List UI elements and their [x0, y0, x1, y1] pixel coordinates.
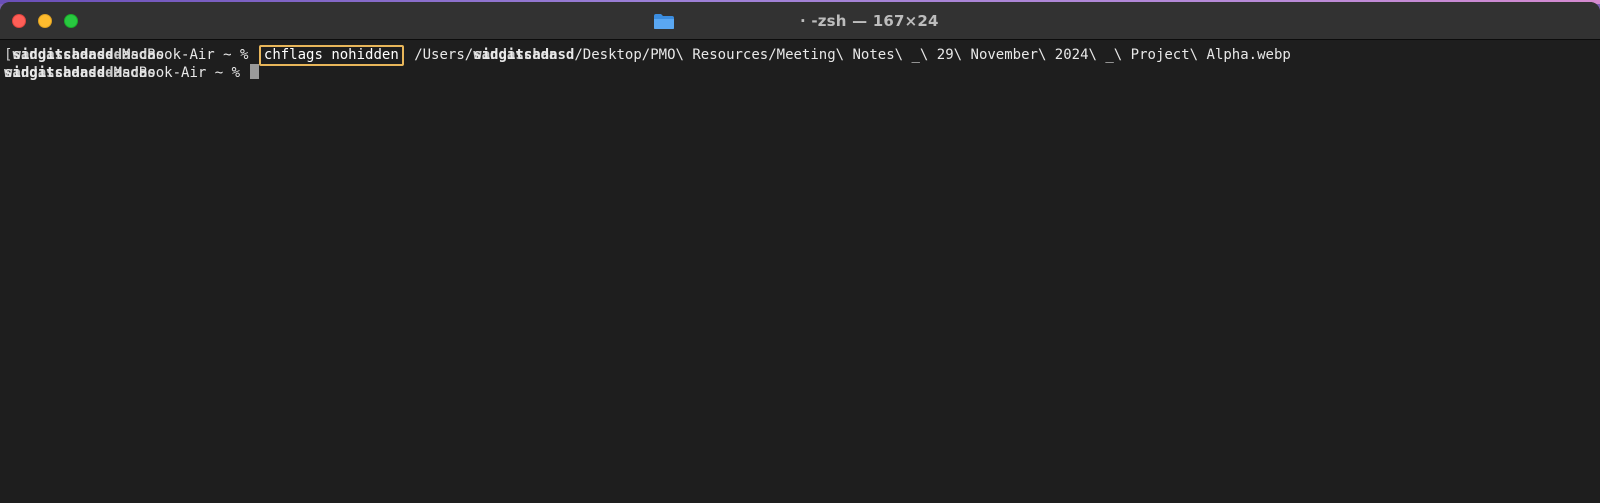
prompt-username: sidgitsadasd wandaschandsdasdas	[12, 47, 165, 63]
window-title: · -zsh — 167×24	[800, 12, 939, 30]
prompt-bracket: [	[4, 47, 13, 63]
highlighted-command: chflags nohidden	[258, 45, 404, 66]
terminal-content[interactable]: [sidgitsadasd wandaschandsdasdas -MacBook-…	[0, 40, 1600, 503]
zoom-window-button[interactable]	[64, 14, 78, 28]
title-bar[interactable]: · -zsh — 167×24	[0, 2, 1600, 40]
prompt-username: sidgitsadasd wandaschandsdasdas	[4, 65, 156, 81]
scrollbar-track[interactable]	[1594, 40, 1600, 503]
path-prefix: /Users/	[414, 47, 474, 63]
folder-icon	[654, 14, 674, 29]
path-remainder: /Desktop/PMO\ Resources/Meeting\ Notes\ …	[574, 47, 1291, 63]
close-window-button[interactable]	[12, 14, 26, 28]
terminal-line-command: [sidgitsadasd wandaschandsdasdas -MacBook-…	[4, 45, 1291, 66]
path-username: sidgitsadasd wandaschan	[473, 47, 575, 63]
minimize-window-button[interactable]	[38, 14, 52, 28]
terminal-window: · -zsh — 167×24 [sidgitsadasd wandaschand…	[0, 2, 1600, 503]
terminal-line-prompt: sidgitsadasd wandaschandsdasdas -MacBook-A…	[4, 64, 260, 83]
text-cursor[interactable]	[250, 64, 260, 79]
